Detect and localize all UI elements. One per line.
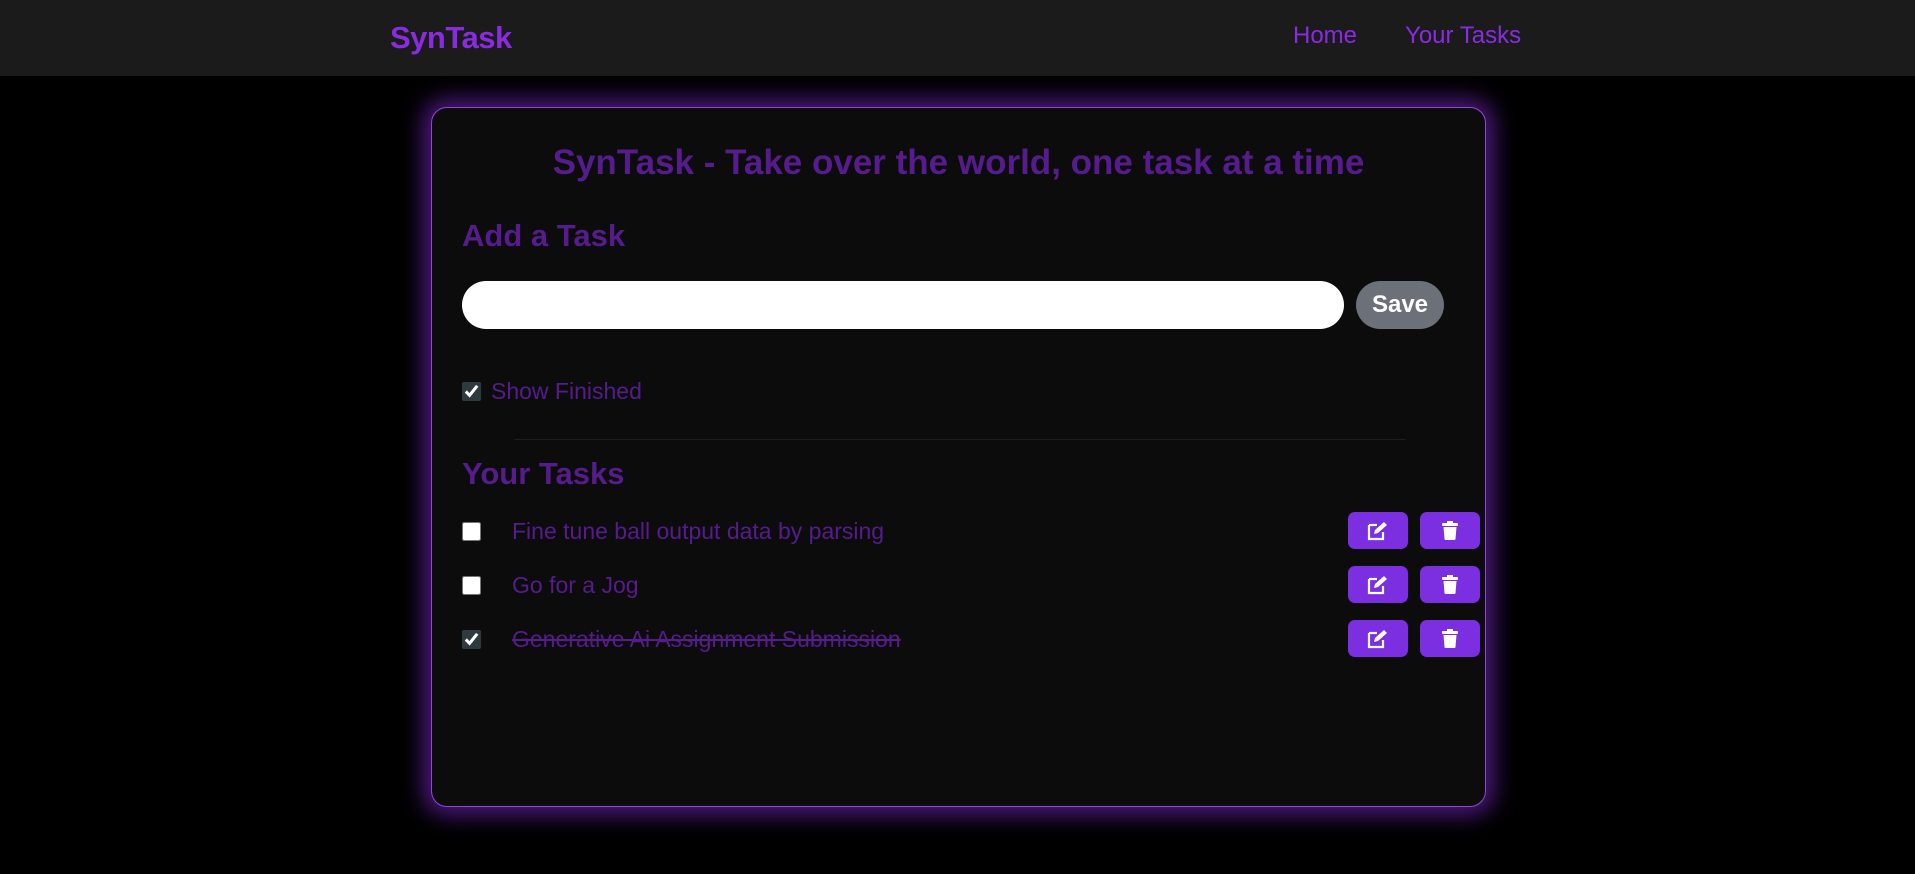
- task-text: Generative Ai Assignment Submission: [512, 626, 901, 652]
- task-actions: [1348, 566, 1480, 603]
- edit-task-button[interactable]: [1348, 566, 1408, 603]
- delete-task-button[interactable]: [1420, 620, 1480, 657]
- task-list: Fine tune ball output data by parsing Go…: [462, 512, 1480, 674]
- task-actions: [1348, 620, 1480, 657]
- delete-task-button[interactable]: [1420, 566, 1480, 603]
- task-row: Go for a Jog: [462, 566, 1480, 620]
- edit-icon: [1367, 521, 1387, 540]
- nav-link-your-tasks[interactable]: Your Tasks: [1405, 22, 1521, 50]
- task-complete-checkbox[interactable]: [462, 576, 481, 595]
- task-row: Fine tune ball output data by parsing: [462, 512, 1480, 566]
- edit-icon: [1367, 629, 1387, 648]
- add-task-heading: Add a Task: [462, 218, 626, 253]
- task-complete-checkbox[interactable]: [462, 630, 481, 649]
- edit-icon: [1367, 575, 1387, 594]
- your-tasks-heading: Your Tasks: [462, 456, 625, 491]
- edit-task-button[interactable]: [1348, 512, 1408, 549]
- delete-task-button[interactable]: [1420, 512, 1480, 549]
- task-text: Fine tune ball output data by parsing: [512, 518, 885, 544]
- task-row: Generative Ai Assignment Submission: [462, 620, 1480, 674]
- show-finished-checkbox[interactable]: [462, 382, 481, 401]
- nav-link-home[interactable]: Home: [1293, 22, 1357, 50]
- task-complete-checkbox[interactable]: [462, 522, 481, 541]
- main-card: SynTask - Take over the world, one task …: [431, 107, 1486, 807]
- task-input[interactable]: [462, 281, 1344, 329]
- edit-task-button[interactable]: [1348, 620, 1408, 657]
- trash-icon: [1442, 521, 1458, 540]
- trash-icon: [1442, 575, 1458, 594]
- show-finished-label: Show Finished: [491, 378, 642, 404]
- nav-links: Home Your Tasks: [1293, 22, 1521, 50]
- task-actions: [1348, 512, 1480, 549]
- brand-logo[interactable]: SynTask: [390, 20, 512, 56]
- task-text: Go for a Jog: [512, 572, 639, 598]
- divider: [514, 439, 1406, 440]
- show-finished-toggle: Show Finished: [462, 378, 642, 405]
- save-button[interactable]: Save: [1356, 281, 1444, 329]
- navbar: SynTask Home Your Tasks: [0, 0, 1915, 76]
- page-title: SynTask - Take over the world, one task …: [552, 143, 1365, 182]
- trash-icon: [1442, 629, 1458, 648]
